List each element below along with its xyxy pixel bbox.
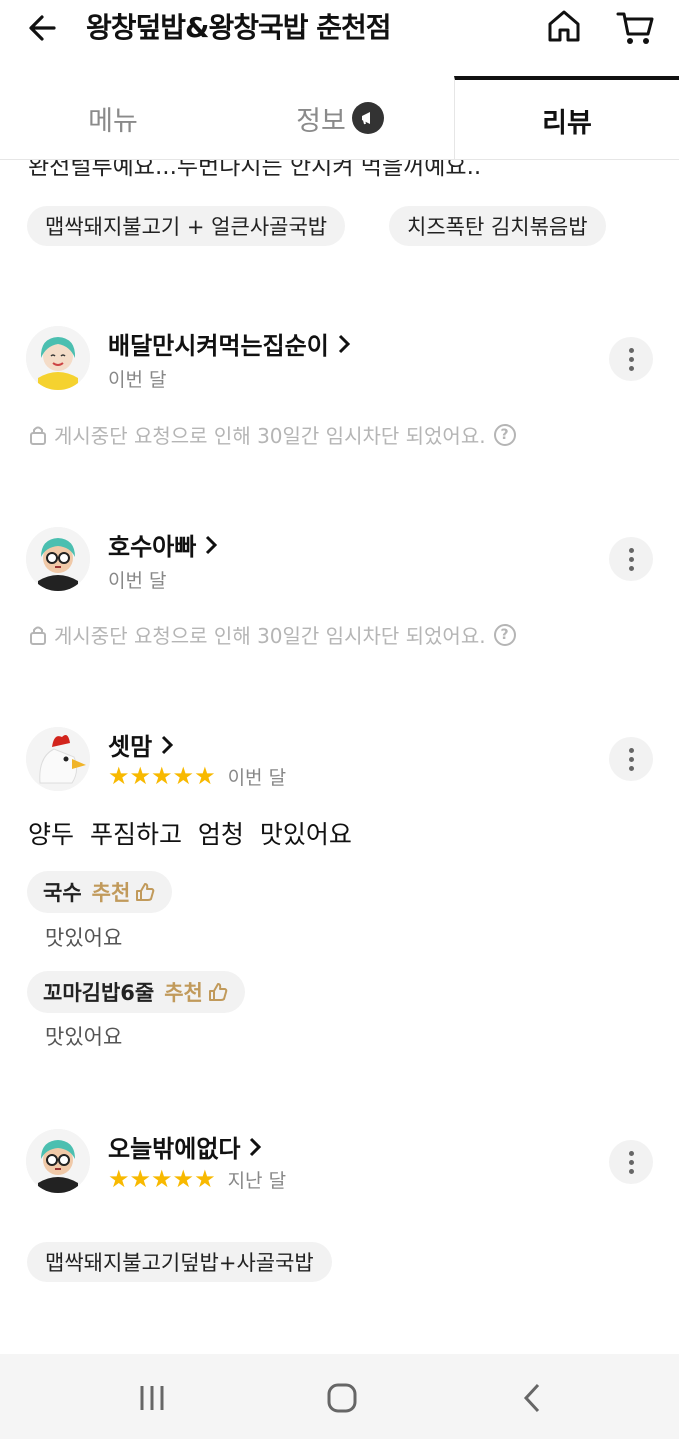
review-date: 이번 달 xyxy=(108,369,167,391)
chevron-right-icon xyxy=(250,1137,262,1156)
reviewer-name-text: 셋맘 xyxy=(108,733,153,761)
tab-info[interactable]: 정보 xyxy=(226,76,454,160)
reviewer-name-text: 오늘밖에없다 xyxy=(108,1135,241,1163)
reviewer-name[interactable]: 셋맘 xyxy=(108,727,174,762)
help-icon[interactable]: ? xyxy=(493,423,516,446)
recommend-label: 추천 xyxy=(164,981,203,1005)
app-header: 왕창덮밥&왕창국밥 춘천점 xyxy=(0,0,679,76)
recent-apps-icon xyxy=(140,1386,164,1410)
avatar[interactable] xyxy=(26,527,90,591)
review-date: 이번 달 xyxy=(227,766,287,789)
back-nav-button[interactable] xyxy=(510,1376,554,1420)
star-rating: ★★★★★ xyxy=(108,1165,216,1193)
more-options-button[interactable] xyxy=(609,737,653,781)
more-options-button[interactable] xyxy=(609,337,653,381)
home-icon xyxy=(548,10,580,42)
review-date: 이번 달 xyxy=(108,570,167,592)
tab-bar: 메뉴 정보 리뷰 xyxy=(0,76,679,160)
menu-chip: 치즈폭탄 김치볶음밥 xyxy=(389,206,606,246)
store-title: 왕창덮밥&왕창국밥 춘천점 xyxy=(86,11,392,44)
rating-row: ★★★★★ 지난 달 xyxy=(108,1165,286,1193)
star-rating: ★★★★★ xyxy=(108,762,216,790)
home-button[interactable] xyxy=(544,6,584,46)
blocked-notice: 게시중단 요청으로 인해 30일간 임시차단 되었어요. ? xyxy=(28,620,516,649)
cart-icon xyxy=(616,12,654,44)
review-date: 지난 달 xyxy=(227,1169,287,1192)
avatar[interactable] xyxy=(26,326,90,390)
more-options-button[interactable] xyxy=(609,1140,653,1184)
reviewer-name[interactable]: 배달만시켜먹는집순이 xyxy=(108,326,351,361)
menu-chip: 맵싹돼지불고기 + 얼큰사골국밥 xyxy=(27,206,346,246)
menu-item-name: 꼬마김밥6줄 xyxy=(43,981,155,1005)
home-nav-button[interactable] xyxy=(320,1376,364,1420)
reviewer-name-text: 배달만시켜먹는집순이 xyxy=(108,332,329,360)
reviewer-name[interactable]: 호수아빠 xyxy=(108,527,218,562)
review-text: 양두 푸짐하고 엄청 맛있어요 xyxy=(28,820,352,849)
avatar[interactable] xyxy=(26,727,90,791)
reviewer-name[interactable]: 오늘밖에없다 xyxy=(108,1129,262,1164)
avatar[interactable] xyxy=(26,1129,90,1193)
reviewer-name-text: 호수아빠 xyxy=(108,533,197,561)
menu-recommend-chip: 국수 추천 xyxy=(27,871,173,913)
tab-info-label: 정보 xyxy=(296,105,346,137)
thumbs-up-icon xyxy=(208,983,228,1001)
rating-row: ★★★★★ 이번 달 xyxy=(108,762,286,790)
tab-menu[interactable]: 메뉴 xyxy=(0,76,226,160)
arrow-left-icon xyxy=(29,15,56,41)
system-nav-bar xyxy=(0,1354,679,1439)
blocked-notice: 게시중단 요청으로 인해 30일간 임시차단 되었어요. ? xyxy=(28,420,516,449)
lock-icon xyxy=(30,426,46,445)
recommend-comment: 맛있어요 xyxy=(45,1025,123,1049)
tab-review[interactable]: 리뷰 xyxy=(454,76,679,160)
back-button[interactable] xyxy=(24,6,68,50)
cart-button[interactable] xyxy=(614,6,656,48)
chevron-left-icon xyxy=(523,1383,540,1413)
blocked-text: 게시중단 요청으로 인해 30일간 임시차단 되었어요. xyxy=(54,424,486,448)
help-icon[interactable]: ? xyxy=(493,623,516,646)
tab-review-label: 리뷰 xyxy=(542,107,592,139)
chevron-right-icon xyxy=(162,735,174,754)
more-options-button[interactable] xyxy=(609,537,653,581)
recent-apps-button[interactable] xyxy=(130,1376,174,1420)
recommend-comment: 맛있어요 xyxy=(45,926,123,950)
lock-icon xyxy=(30,626,46,645)
chevron-right-icon xyxy=(206,535,218,554)
thumbs-up-icon xyxy=(136,883,155,901)
recommend-label: 추천 xyxy=(91,881,131,905)
chevron-right-icon xyxy=(338,334,350,353)
megaphone-icon xyxy=(351,102,384,134)
home-circle-icon xyxy=(327,1383,357,1413)
tab-menu-label: 메뉴 xyxy=(88,105,138,137)
menu-chip: 맵싹돼지불고기덮밥+사골국밥 xyxy=(27,1242,332,1282)
menu-recommend-chip: 꼬마김밥6줄 추천 xyxy=(27,971,245,1013)
blocked-text: 게시중단 요청으로 인해 30일간 임시차단 되었어요. xyxy=(54,624,486,648)
menu-item-name: 국수 xyxy=(43,881,82,905)
